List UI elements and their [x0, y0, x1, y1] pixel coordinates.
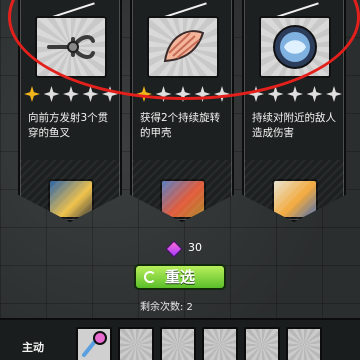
refresh-icon	[144, 271, 156, 283]
skill-slot-3[interactable]	[160, 327, 196, 360]
skill-slot-4[interactable]	[202, 327, 238, 360]
card-description: 持续对附近的敌人造成伤害	[252, 112, 336, 139]
remaining-count: 剩余次数: 2	[140, 302, 193, 313]
character-portrait	[160, 179, 206, 219]
skill-slot-1[interactable]	[76, 327, 112, 360]
card-description: 获得2个持续旋转的甲壳	[140, 112, 221, 139]
skill-slot-6[interactable]	[286, 327, 322, 360]
gem-count: 30	[188, 241, 202, 254]
star-icon	[326, 86, 342, 102]
star-icon	[287, 86, 303, 102]
skill-slot-2[interactable]	[118, 327, 154, 360]
skill-bar-label: 主动	[22, 341, 44, 354]
character-portrait	[272, 179, 318, 219]
skill-slot-5[interactable]	[244, 327, 280, 360]
character-portrait	[48, 179, 94, 219]
star-icon	[43, 86, 60, 102]
star-icon	[63, 86, 79, 102]
skill-icon	[82, 331, 107, 357]
reroll-label: 重选	[164, 268, 195, 286]
star-icon	[306, 86, 323, 102]
card-description: 向前方发射3个贯穿的鱼叉	[28, 112, 109, 139]
star-icon	[24, 86, 40, 102]
reroll-button[interactable]: 重选	[134, 264, 226, 290]
